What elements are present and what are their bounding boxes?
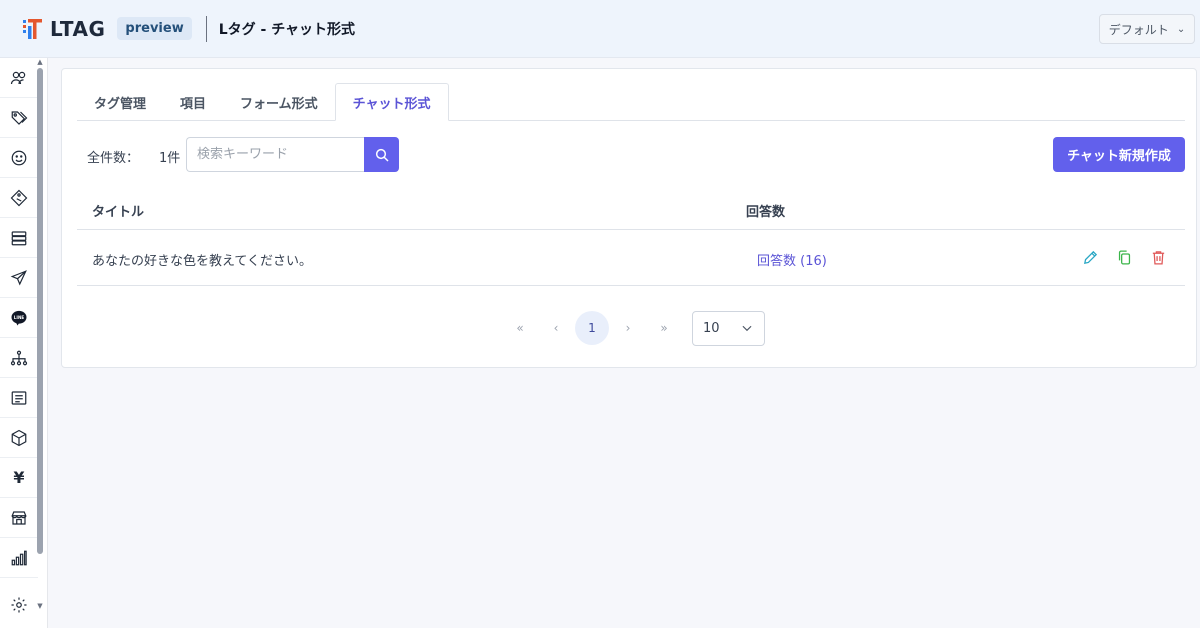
page-number-current[interactable]: 1 (575, 311, 609, 345)
scroll-up-arrow-icon[interactable]: ▲ (36, 58, 44, 66)
chevron-down-icon: ⌄ (1176, 23, 1186, 35)
sitemap-icon (10, 350, 28, 365)
row-title: あなたの好きな色を教えてください。 (92, 254, 312, 269)
trash-icon[interactable] (1150, 249, 1167, 266)
server-icon (11, 230, 27, 245)
toolbar: 全件数： 1件 チャット新規作成 (87, 137, 1185, 173)
gear-icon (11, 597, 27, 613)
sidebar-item-box[interactable] (0, 418, 38, 458)
answers-link[interactable]: 回答数 (16) (757, 250, 827, 269)
sidebar-item-diamond-tag[interactable] (0, 178, 38, 218)
sidebar-item-send[interactable] (0, 258, 38, 298)
app-header: LTAG preview Lタグ - チャット形式 デフォルト ⌄ (0, 0, 1200, 58)
sidebar-item-store[interactable] (0, 498, 38, 538)
tab-bar: タグ管理 項目 フォーム形式 チャット形式 (77, 83, 1185, 121)
page-title: Lタグ - チャット形式 (218, 21, 356, 38)
sidebar-item-users[interactable] (0, 58, 38, 98)
header-divider (205, 15, 207, 42)
per-page-select[interactable]: 10 (692, 310, 765, 346)
search-icon (375, 148, 389, 162)
scroll-down-arrow-icon[interactable]: ▼ (36, 602, 44, 610)
table-header: タイトル 回答数 (77, 189, 1185, 230)
document-icon (11, 390, 27, 405)
sidebar-item-settings[interactable] (0, 585, 38, 625)
per-page-value: 10 (703, 320, 720, 336)
first-page-button[interactable]: « (502, 310, 538, 346)
smiley-icon (11, 150, 27, 165)
send-icon (10, 269, 27, 285)
column-header-answers: 回答数 (746, 205, 786, 220)
line-icon: LINE (11, 310, 27, 325)
sidebar-item-document[interactable] (0, 378, 38, 418)
prev-page-button[interactable]: ‹ (538, 310, 574, 346)
box-icon (11, 429, 27, 446)
new-chat-button[interactable]: チャット新規作成 (1053, 137, 1185, 172)
table-row: あなたの好きな色を教えてください。 回答数 (16) (77, 230, 1185, 286)
main-panel: タグ管理 項目 フォーム形式 チャット形式 全件数： 1件 チャット新規作成 タ… (61, 68, 1197, 368)
tab-form-format[interactable]: フォーム形式 (223, 83, 335, 121)
pagination: « ‹ 1 › » 10 (502, 310, 765, 346)
bar-chart-icon (11, 550, 27, 565)
copy-icon[interactable] (1116, 249, 1133, 266)
last-page-button[interactable]: » (646, 310, 682, 346)
sidebar-scrollbar[interactable] (37, 68, 43, 554)
sidebar-item-yen[interactable]: ¥ (0, 458, 38, 498)
chevron-down-icon (742, 325, 752, 332)
sidebar-item-sitemap[interactable] (0, 338, 38, 378)
search-button[interactable] (364, 137, 399, 172)
tab-chat-format[interactable]: チャット形式 (334, 83, 449, 121)
sidebar-item-server[interactable] (0, 218, 38, 258)
sidebar-item-line[interactable]: LINE (0, 298, 38, 338)
tags-icon (11, 110, 28, 125)
search-input[interactable] (186, 137, 364, 172)
sidebar-item-tags[interactable] (0, 98, 38, 138)
sidebar-item-bar-chart[interactable] (0, 538, 38, 578)
chat-table: タイトル 回答数 あなたの好きな色を教えてください。 回答数 (16) (77, 189, 1185, 286)
row-actions (1082, 249, 1167, 266)
logo-text: LTAG (50, 16, 106, 41)
yen-icon: ¥ (13, 468, 25, 487)
tab-tag-management[interactable]: タグ管理 (77, 83, 163, 121)
sidebar-item-smiley[interactable] (0, 138, 38, 178)
profile-select-value: デフォルト (1108, 22, 1169, 37)
profile-select[interactable]: デフォルト ⌄ (1099, 14, 1195, 44)
store-icon (11, 510, 27, 525)
tab-items[interactable]: 項目 (163, 83, 223, 121)
sidebar: LINE ¥ ▲ ▼ (0, 58, 48, 628)
users-icon (10, 71, 26, 84)
total-label: 全件数： (87, 151, 140, 166)
logo-icon (23, 18, 42, 39)
logo[interactable]: LTAG (20, 17, 105, 41)
column-header-title: タイトル (92, 205, 145, 220)
next-page-button[interactable]: › (610, 310, 646, 346)
preview-badge: preview (117, 17, 192, 40)
diamond-tag-icon (10, 189, 28, 206)
svg-text:LINE: LINE (14, 314, 25, 319)
edit-pencil-icon[interactable] (1082, 249, 1099, 266)
total-count: 1件 (159, 151, 181, 166)
